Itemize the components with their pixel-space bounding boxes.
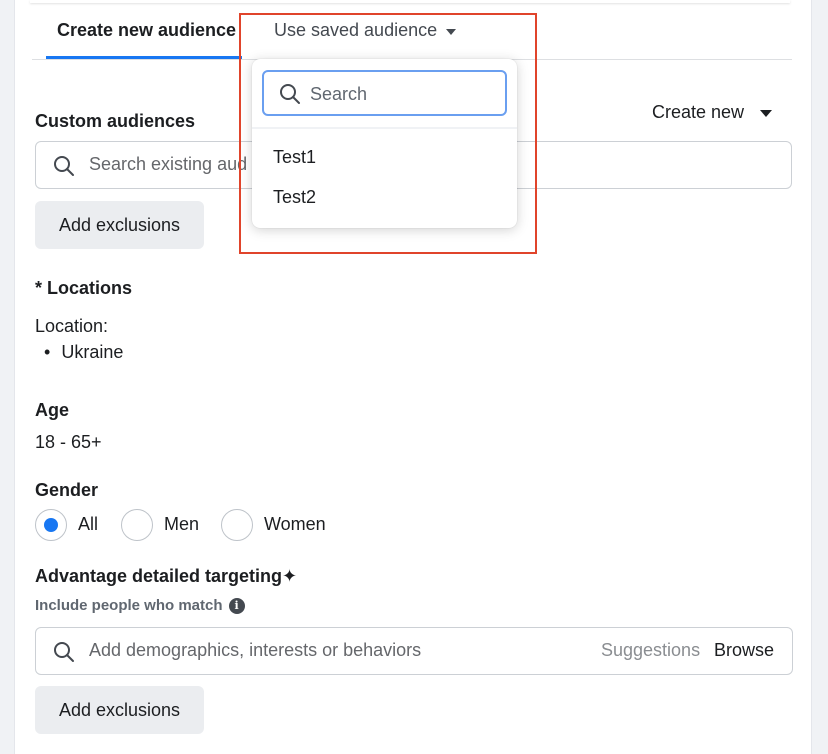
tab-use-saved-audience[interactable]: Use saved audience xyxy=(274,20,457,41)
include-people-label: Include people who match i xyxy=(35,597,245,614)
browse-link[interactable]: Browse xyxy=(714,640,774,661)
info-icon[interactable]: i xyxy=(228,597,245,614)
age-label: Age xyxy=(35,400,70,420)
gender-radio-men[interactable] xyxy=(121,509,153,541)
search-placeholder: Search existing aud xyxy=(89,154,248,174)
saved-audience-search-field[interactable] xyxy=(262,70,507,116)
caret-down-icon xyxy=(446,28,457,35)
location-sublabel: Location: xyxy=(35,316,109,336)
include-people-text: Include people who match xyxy=(35,597,223,614)
gender-label-women: Women xyxy=(264,514,326,534)
gender-radio-women[interactable] xyxy=(221,509,253,541)
suggestions-link[interactable]: Suggestions xyxy=(601,640,700,661)
add-exclusions-button-2[interactable]: Add exclusions xyxy=(35,686,204,734)
bullet: • xyxy=(44,342,51,362)
top-card-edge xyxy=(30,0,790,3)
saved-audience-search-input[interactable] xyxy=(310,81,495,107)
tab-use-saved-label: Use saved audience xyxy=(274,20,438,40)
gender-label: Gender xyxy=(35,480,99,500)
location-item-label: Ukraine xyxy=(61,342,124,362)
gender-label-men: Men xyxy=(164,514,200,534)
sparkle-icon: ✦ xyxy=(282,566,298,586)
active-tab-indicator xyxy=(46,56,242,59)
gender-radio-all[interactable] xyxy=(35,509,67,541)
dropdown-divider xyxy=(252,127,517,129)
add-exclusions-button[interactable]: Add exclusions xyxy=(35,201,204,249)
saved-audience-dropdown: Test1 Test2 xyxy=(252,59,517,228)
search-icon xyxy=(54,642,74,662)
locations-label: * Locations xyxy=(35,278,133,298)
create-new-dropdown[interactable]: Create new xyxy=(652,102,773,123)
caret-down-icon xyxy=(760,110,773,117)
tab-create-new-audience[interactable]: Create new audience xyxy=(57,20,236,41)
audience-tabs: Create new audience Use saved audience xyxy=(32,10,792,60)
create-new-label: Create new xyxy=(652,102,745,122)
detailed-targeting-search-input[interactable]: Add demographics, interests or behaviors… xyxy=(35,627,793,675)
gender-label-all: All xyxy=(78,514,99,534)
age-value: 18 - 65+ xyxy=(35,432,102,452)
detailed-targeting-title: Advantage detailed targeting xyxy=(35,566,283,586)
search-placeholder: Add demographics, interests or behaviors xyxy=(89,640,422,660)
location-item: • Ukraine xyxy=(44,342,123,363)
search-icon xyxy=(54,156,74,176)
search-icon xyxy=(280,84,300,104)
detailed-targeting-label: Advantage detailed targeting✦ xyxy=(35,566,297,587)
custom-audiences-label: Custom audiences xyxy=(35,111,196,131)
saved-audience-option[interactable]: Test2 xyxy=(252,179,517,215)
saved-audience-option[interactable]: Test1 xyxy=(252,139,517,175)
